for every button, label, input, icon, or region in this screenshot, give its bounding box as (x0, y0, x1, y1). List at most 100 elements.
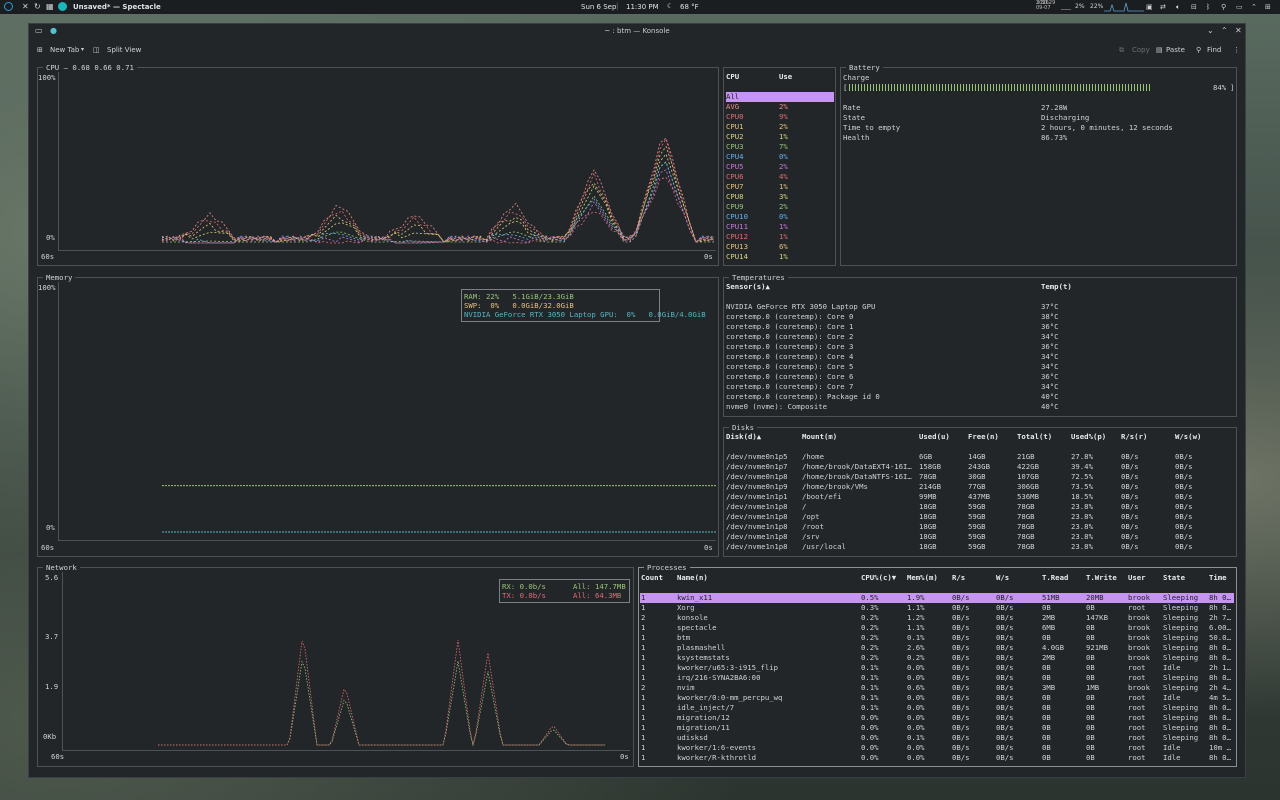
cpu-row[interactable]: CPU5 2% (726, 162, 834, 172)
disk-row[interactable]: /dev/nvme0n1p8/home/brook/DataNTFS-16I… 7… (724, 472, 1232, 482)
close-icon[interactable]: ✕ (22, 2, 29, 11)
location-icon[interactable]: ⚲ (1221, 3, 1226, 11)
process-row[interactable]: 1 migration/12 0.0% 0.0% 0B/s 0B/s 0B 0B root Sle… (640, 713, 1234, 723)
disk-row[interactable]: /dev/nvme1n1p1/boot/efi 99MB 437MB 536MB 18.… (724, 492, 1232, 502)
temperature-row[interactable]: coretemp.0 (coretemp): Core 3 36°C (726, 342, 1234, 352)
terminal-area[interactable]: CPU – 0.68 0.66 0.71 100% 0% 60s 0s CPU … (37, 63, 1237, 769)
cpu-row[interactable]: CPU12 1% (726, 232, 834, 242)
volume-icon[interactable]: 🔈︎ (1176, 3, 1180, 12)
temperature-row[interactable]: coretemp.0 (coretemp): Core 7 34°C (726, 382, 1234, 392)
cpu-row[interactable]: CPU10 0% (726, 212, 834, 222)
new-tab-button[interactable]: New Tab (50, 46, 79, 54)
close-icon[interactable]: ✕ (1235, 26, 1242, 35)
weather-temp[interactable]: 68 °F (680, 3, 699, 11)
disk-col-header[interactable]: Mount(m) (802, 432, 916, 442)
split-view-button[interactable]: Split View (107, 46, 141, 54)
cpu-row[interactable]: CPU3 7% (726, 142, 834, 152)
cpu-row[interactable]: All (726, 92, 834, 102)
process-row[interactable]: 1 kworker/1:6-events 0.0% 0.0% 0B/s 0B/s 0B 0B r… (640, 743, 1234, 753)
disk-col-header[interactable]: R/s(r) (1121, 432, 1173, 442)
process-col-header[interactable]: R/s (952, 573, 994, 583)
temperature-row[interactable]: coretemp.0 (coretemp): Core 2 34°C (726, 332, 1234, 342)
cpu-row[interactable]: CPU2 1% (726, 132, 834, 142)
cpu-row[interactable]: CPU7 1% (726, 182, 834, 192)
minimize-icon[interactable]: ⌄ (1207, 26, 1214, 35)
disk-col-header[interactable]: Used(u) (919, 432, 967, 442)
disk-row[interactable]: /dev/nvme1n1p8/root 18GB 59GB 78GB 23.8% 0B/s… (724, 522, 1232, 532)
disk-row[interactable]: /dev/nvme1n1p8/usr/local 18GB 59GB 78GB 23.8… (724, 542, 1232, 552)
process-col-header[interactable]: CPU%(c)▼ (861, 573, 905, 583)
process-col-header[interactable]: Count (641, 573, 675, 583)
process-row[interactable]: 1 irq/216-SYNA2BA6:00 0.1% 0.0% 0B/s 0B/s 0B 0B… (640, 673, 1234, 683)
process-col-header[interactable]: W/s (996, 573, 1040, 583)
disk-col-header[interactable]: W/s(w) (1175, 432, 1225, 442)
maximize-icon[interactable]: ⌃ (1221, 26, 1228, 35)
network-icon[interactable]: ⊟ (1191, 3, 1197, 11)
app-launcher-icon[interactable] (4, 2, 13, 11)
use-col-header[interactable]: Use (779, 72, 792, 82)
cpu-row[interactable]: CPU0 9% (726, 112, 834, 122)
process-row[interactable]: 1 udisksd 0.0% 0.1% 0B/s 0B/s 0B 0B root Sleeping… (640, 733, 1234, 743)
cpu-row[interactable]: CPU11 1% (726, 222, 834, 232)
process-row[interactable]: 1 ksystemstats 0.2% 0.2% 0B/s 0B/s 2MB 0B brook S… (640, 653, 1234, 663)
find-button[interactable]: Find (1207, 46, 1221, 54)
process-row[interactable]: 1 kwin_x11 0.5% 1.9% 0B/s 0B/s 51MB 20MB brook Sl… (640, 593, 1234, 603)
process-row[interactable]: 2 konsole 0.2% 1.2% 0B/s 0B/s 2MB 147KB brook Sle… (640, 613, 1234, 623)
temperature-row[interactable]: coretemp.0 (coretemp): Core 5 34°C (726, 362, 1234, 372)
process-row[interactable]: 1 kworker/u65:3-i915_flip 0.1% 0.0% 0B/s 0B/s… (640, 663, 1234, 673)
disk-row[interactable]: /dev/nvme1n1p8 / 18GB 59GB 78GB 23.8% 0B/s 0B/s (724, 502, 1232, 512)
disk-row[interactable]: /dev/nvme1n1p8/opt 18GB 59GB 78GB 23.8% 0B/s 0… (724, 512, 1232, 522)
battery-icon[interactable]: ▭ (1236, 3, 1243, 11)
cpu-col-header[interactable]: CPU (726, 72, 739, 82)
copy-button[interactable]: Copy (1132, 46, 1150, 54)
cpu-row[interactable]: CPU9 2% (726, 202, 834, 212)
arrows-icon[interactable]: ⇄ (1160, 3, 1166, 11)
disk-col-header[interactable]: Total(t) (1017, 432, 1069, 442)
temperature-row[interactable]: coretemp.0 (coretemp): Core 1 36°C (726, 322, 1234, 332)
disk-row[interactable]: /dev/nvme1n1p8/srv 18GB 59GB 78GB 23.8% 0B/s 0… (724, 532, 1232, 542)
sensor-col-header[interactable]: Sensor(s)▲ (726, 282, 770, 292)
process-row[interactable]: 1 btm 0.2% 0.1% 0B/s 0B/s 0B 0B brook Sleeping 50.… (640, 633, 1234, 643)
grid-icon[interactable]: ▦ (46, 2, 54, 11)
disk-row[interactable]: /dev/nvme0n1p7/home/brook/DataEXT4-16I… 1… (724, 462, 1232, 472)
chevron-up-icon[interactable]: ⌃ (1251, 3, 1257, 11)
disk-row[interactable]: /dev/nvme0n1p5/home 6GB 14GB 21GB 27.8% 0B/s 0… (724, 452, 1232, 462)
panel-clock[interactable]: 11:30 PM (626, 3, 659, 11)
active-window-title[interactable]: Unsaved* — Spectacle (73, 3, 161, 11)
chevron-down-icon[interactable]: ▾ (81, 46, 84, 53)
temperature-row[interactable]: coretemp.0 (coretemp): Core 4 34°C (726, 352, 1234, 362)
process-row[interactable]: 1 kworker/R-kthrotld 0.0% 0.0% 0B/s 0B/s 0B 0B r… (640, 753, 1234, 763)
cpu-row[interactable]: CPU13 6% (726, 242, 834, 252)
temperature-row[interactable]: coretemp.0 (coretemp): Core 0 38°C (726, 312, 1234, 322)
process-row[interactable]: 1 Xorg 0.3% 1.1% 0B/s 0B/s 0B 0B root Sleeping 8h … (640, 603, 1234, 613)
cpu-row[interactable]: CPU4 0% (726, 152, 834, 162)
process-col-header[interactable]: Name(n) (677, 573, 859, 583)
refresh-icon[interactable]: ↻ (34, 2, 41, 11)
temperature-row[interactable]: coretemp.0 (coretemp): Core 6 36°C (726, 372, 1234, 382)
temperature-row[interactable]: coretemp.0 (coretemp): Package id 0 40°C (726, 392, 1234, 402)
temp-col-header[interactable]: Temp(t) (1041, 282, 1072, 292)
cpu-row[interactable]: CPU6 4% (726, 172, 834, 182)
bluetooth-icon[interactable]: ᛒ (1206, 3, 1210, 11)
clipboard-icon[interactable]: ▣ (1146, 3, 1153, 11)
process-row[interactable]: 1 kworker/0:0-mm_percpu_wq 0.1% 0.0% 0B/s 0B/… (640, 693, 1234, 703)
process-col-header[interactable]: Time (1209, 573, 1235, 583)
process-col-header[interactable]: User (1128, 573, 1162, 583)
disk-col-header[interactable]: Free(n) (968, 432, 1016, 442)
process-row[interactable]: 1 idle_inject/7 0.1% 0.0% 0B/s 0B/s 0B 0B root Sl… (640, 703, 1234, 713)
temperature-row[interactable]: nvme0 (nvme): Composite 40°C (726, 402, 1234, 412)
disk-row[interactable]: /dev/nvme0n1p9/home/brook/VMs 214GB 77GB 30… (724, 482, 1232, 492)
panel-date[interactable]: Sun 6 Sep (581, 3, 616, 11)
cpu-row[interactable]: CPU8 3% (726, 192, 834, 202)
cpu-row[interactable]: CPU14 1% (726, 252, 834, 262)
menu-icon[interactable]: ⋮ (1233, 46, 1240, 54)
disk-col-header[interactable]: Disk(d)▲ (726, 432, 802, 442)
disk-col-header[interactable]: Used%(p) (1071, 432, 1119, 442)
process-row[interactable]: 1 spectacle 0.2% 1.1% 0B/s 0B/s 6MB 0B brook Slee… (640, 623, 1234, 633)
grid-icon[interactable]: ⊞ (1265, 3, 1271, 11)
paste-button[interactable]: Paste (1166, 46, 1185, 54)
process-row[interactable]: 1 migration/11 0.0% 0.0% 0B/s 0B/s 0B 0B root Sle… (640, 723, 1234, 733)
titlebar[interactable]: ▭ ● ~ : btm — Konsole ⌄ ⌃ ✕ (29, 24, 1245, 39)
process-col-header[interactable]: Mem%(m) (907, 573, 951, 583)
cpu-row[interactable]: CPU1 2% (726, 122, 834, 132)
